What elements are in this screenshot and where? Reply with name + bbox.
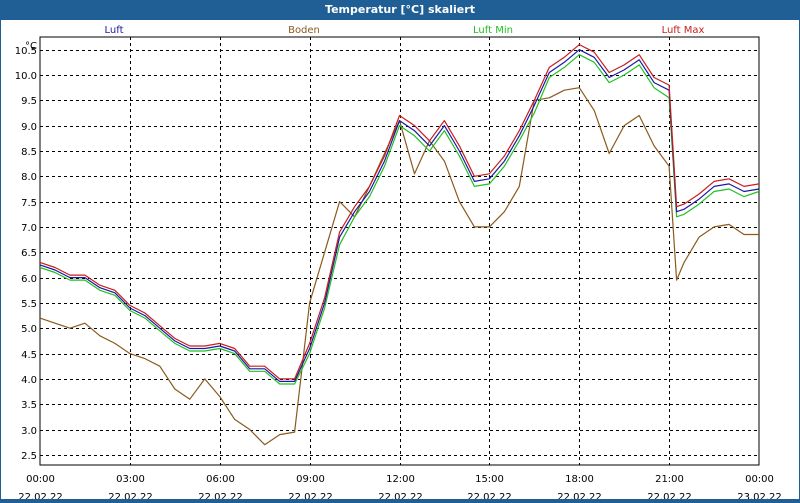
x-tick-time: 06:00 xyxy=(206,474,235,485)
legend-label-luft-max: Luft Max xyxy=(662,25,705,36)
x-tick-time: 00:00 xyxy=(745,474,774,485)
x-tick-time: 21:00 xyxy=(655,474,684,485)
x-tick-date: 22.02.22 xyxy=(647,492,692,499)
legend-label-luft: Luft xyxy=(105,25,124,36)
y-tick-label: 2.5 xyxy=(21,451,37,462)
legend-label-boden: Boden xyxy=(288,25,320,36)
x-tick-time: 15:00 xyxy=(475,474,504,485)
y-tick-label: 4.5 xyxy=(21,350,37,361)
y-tick-label: 3.0 xyxy=(21,426,37,437)
x-tick-date: 22.02.22 xyxy=(288,492,333,499)
chart-panel: 2.5 3.0 3.5 4.0 4.5 5.0 5.5 6.0 6.5 7.0 7.5 8.0 8.5 9… xyxy=(1,20,799,503)
y-tick-label: 5.5 xyxy=(21,299,37,310)
y-tick-label: 6.0 xyxy=(21,274,37,285)
y-axis-unit: °C xyxy=(25,41,37,52)
y-tick-label: 4.0 xyxy=(21,375,37,386)
x-tick-time: 12:00 xyxy=(386,474,415,485)
x-tick-date: 23.02.22 xyxy=(737,492,782,499)
y-tick-label: 6.5 xyxy=(21,248,37,259)
x-tick-time: 09:00 xyxy=(296,474,325,485)
chart-title: Temperatur [°C] skaliert xyxy=(0,0,800,20)
y-tick-label: 7.5 xyxy=(21,198,37,209)
legend-label-luft-min: Luft Min xyxy=(473,25,513,36)
x-tick-date: 22.02.22 xyxy=(467,492,512,499)
y-tick-label: 10.0 xyxy=(15,71,37,82)
x-tick-date: 22.02.22 xyxy=(198,492,243,499)
x-tick-date: 22.02.22 xyxy=(18,492,63,499)
y-tick-label: 9.5 xyxy=(21,96,37,107)
y-tick-label: 5.0 xyxy=(21,324,37,335)
y-tick-label: 8.5 xyxy=(21,147,37,158)
y-tick-label: 7.0 xyxy=(21,223,37,234)
x-tick-time: 18:00 xyxy=(565,474,594,485)
y-tick-label: 3.5 xyxy=(21,400,37,411)
plot-area xyxy=(39,36,760,466)
x-tick-time: 00:00 xyxy=(26,474,55,485)
x-tick-date: 22.02.22 xyxy=(557,492,602,499)
y-tick-label: 8.0 xyxy=(21,172,37,183)
chart-window: Temperatur [°C] skaliert 2.5 3.0 3.5 4.0 4.5… xyxy=(0,0,800,503)
temperature-chart: 2.5 3.0 3.5 4.0 4.5 5.0 5.5 6.0 6.5 7.0 7.5 8.0 8.5 9… xyxy=(15,25,782,503)
x-tick-date: 22.02.22 xyxy=(378,492,423,499)
x-tick-date: 22.02.22 xyxy=(108,492,153,499)
y-tick-label: 9.0 xyxy=(21,122,37,133)
x-tick-time: 03:00 xyxy=(116,474,145,485)
